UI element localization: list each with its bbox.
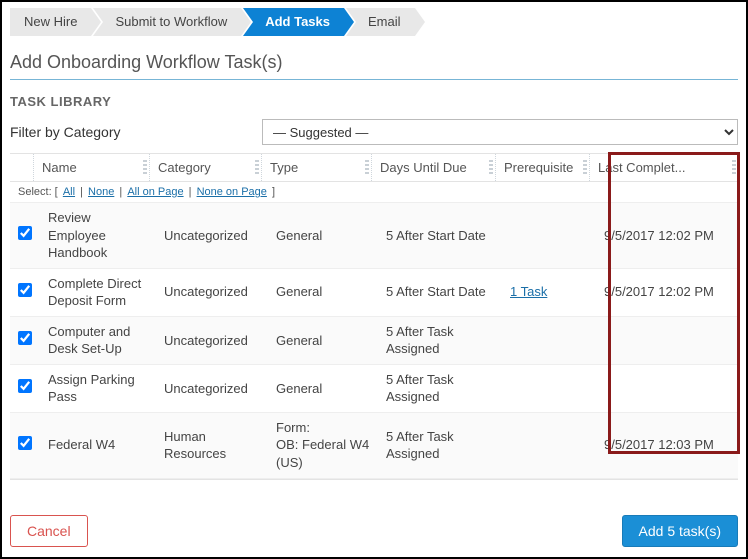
cell-name: Review Employee Handbook (40, 203, 156, 268)
task-grid: Name Category Type Days Until Due Prereq… (10, 153, 738, 480)
cell-last-completed: 9/5/2017 12:03 PM (596, 430, 738, 460)
page-title: Add Onboarding Workflow Task(s) (10, 46, 738, 80)
cell-days-until-due: 5 After Task Assigned (378, 422, 502, 469)
cell-last-completed (596, 382, 738, 394)
cell-category: Human Resources (156, 422, 268, 469)
breadcrumb: New HireSubmit to WorkflowAdd TasksEmail (10, 8, 738, 36)
row-checkbox[interactable] (18, 379, 32, 393)
select-none-on-page-link[interactable]: None on Page (197, 186, 267, 198)
cell-prerequisite (502, 229, 596, 241)
section-label-task-library: TASK LIBRARY (10, 94, 738, 109)
select-links-bar: Select: [ All | None | All on Page | Non… (10, 182, 738, 203)
cell-type: Form: OB: Federal W4 (US) (268, 413, 378, 478)
col-header-days-until-due[interactable]: Days Until Due (372, 154, 496, 181)
cell-category: Uncategorized (156, 277, 268, 307)
table-header: Name Category Type Days Until Due Prereq… (10, 154, 738, 182)
cell-days-until-due: 5 After Task Assigned (378, 365, 502, 412)
cell-type: General (268, 374, 378, 404)
cell-name: Assign Parking Pass (40, 365, 156, 412)
cell-name: Complete Direct Deposit Form (40, 269, 156, 316)
cell-prerequisite (502, 439, 596, 451)
cell-days-until-due: 5 After Start Date (378, 277, 502, 307)
row-checkbox[interactable] (18, 283, 32, 297)
cell-last-completed (596, 334, 738, 346)
col-header-last-completed[interactable]: Last Complet... (590, 154, 738, 181)
col-header-prerequisite[interactable]: Prerequisite (496, 154, 590, 181)
breadcrumb-step-add-tasks[interactable]: Add Tasks (243, 8, 344, 36)
select-none-link[interactable]: None (88, 186, 114, 198)
add-tasks-button[interactable]: Add 5 task(s) (622, 515, 738, 547)
row-checkbox[interactable] (18, 331, 32, 345)
cell-category: Uncategorized (156, 221, 268, 251)
filter-category-label: Filter by Category (10, 124, 250, 140)
filter-category-select[interactable]: — Suggested — (262, 119, 738, 145)
prerequisite-link[interactable]: 1 Task (510, 284, 547, 299)
table-row: Federal W4Human ResourcesForm: OB: Feder… (10, 413, 738, 479)
table-row: Review Employee HandbookUncategorizedGen… (10, 203, 738, 269)
breadcrumb-step-new-hire[interactable]: New Hire (10, 8, 91, 36)
col-header-name[interactable]: Name (34, 154, 150, 181)
cell-last-completed: 9/5/2017 12:02 PM (596, 277, 738, 307)
select-all-link[interactable]: All (63, 186, 75, 198)
col-header-category[interactable]: Category (150, 154, 262, 181)
cell-name: Federal W4 (40, 430, 156, 460)
row-checkbox[interactable] (18, 226, 32, 240)
cell-name: Computer and Desk Set-Up (40, 317, 156, 364)
cell-type: General (268, 326, 378, 356)
cell-prerequisite: 1 Task (502, 277, 596, 307)
cell-type: General (268, 277, 378, 307)
cell-last-completed: 9/5/2017 12:02 PM (596, 221, 738, 251)
cell-category: Uncategorized (156, 326, 268, 356)
table-row: Computer and Desk Set-UpUncategorizedGen… (10, 317, 738, 365)
table-row: Complete Direct Deposit FormUncategorize… (10, 269, 738, 317)
breadcrumb-step-email[interactable]: Email (346, 8, 415, 36)
cell-prerequisite (502, 334, 596, 346)
cell-prerequisite (502, 382, 596, 394)
cell-category: Uncategorized (156, 374, 268, 404)
breadcrumb-step-submit-to-workflow[interactable]: Submit to Workflow (93, 8, 241, 36)
col-header-type[interactable]: Type (262, 154, 372, 181)
cell-days-until-due: 5 After Start Date (378, 221, 502, 251)
cancel-button[interactable]: Cancel (10, 515, 88, 547)
cell-type: General (268, 221, 378, 251)
select-all-on-page-link[interactable]: All on Page (127, 186, 183, 198)
cell-days-until-due: 5 After Task Assigned (378, 317, 502, 364)
row-checkbox[interactable] (18, 436, 32, 450)
table-row: Assign Parking PassUncategorizedGeneral5… (10, 365, 738, 413)
